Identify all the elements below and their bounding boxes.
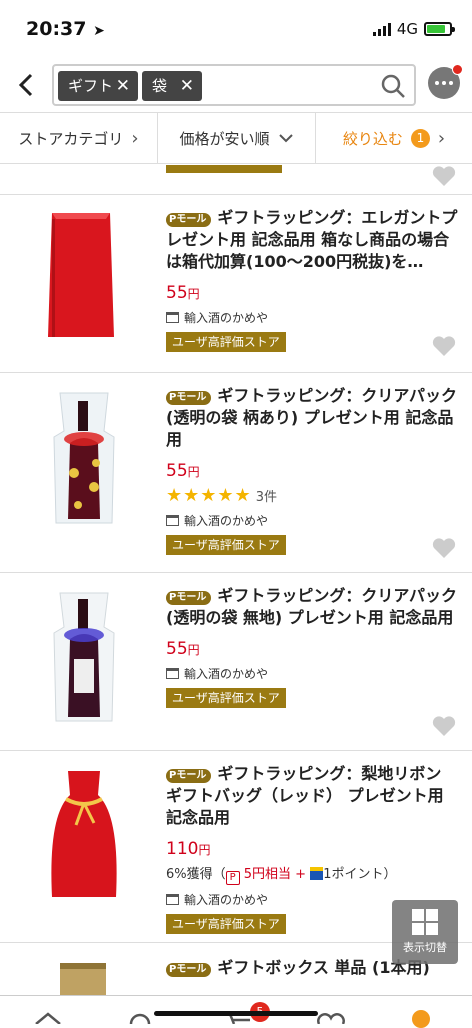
product-list: Pモール ギフトラッピング：エレガントプレゼント用 記念品用 箱なし商品の場合は箱…: [0, 165, 472, 995]
store-rating-badge: ユーザ高評価ストア: [166, 332, 286, 352]
rating-stars: ★★★★★: [166, 485, 252, 506]
search-header: ギフト ✕ 袋 ✕: [0, 60, 472, 110]
shop-name[interactable]: 輸入酒のかめや: [166, 665, 458, 682]
chevron-right-icon: ›: [131, 127, 139, 149]
product-info: Pモール ギフトラッピング：クリアパック (透明の袋 柄あり) プレゼント用 記念…: [166, 385, 458, 555]
account-icon[interactable]: [412, 1010, 430, 1028]
store-icon: [166, 668, 179, 679]
chevron-right-icon: ›: [437, 127, 446, 149]
shop-name[interactable]: 輸入酒のかめや: [166, 512, 458, 529]
heart-icon[interactable]: [432, 537, 456, 559]
network-label: 4G: [396, 20, 418, 38]
pmall-badge: Pモール: [166, 769, 212, 783]
heart-icon[interactable]: [316, 1012, 346, 1024]
search-input[interactable]: ギフト ✕ 袋 ✕: [52, 64, 416, 106]
back-button[interactable]: [12, 68, 42, 102]
product-title[interactable]: Pモール ギフトラッピング：クリアパック (透明の袋 無地) プレゼント用 記念品…: [166, 585, 458, 629]
pmall-badge: Pモール: [166, 213, 212, 227]
pmall-badge: Pモール: [166, 591, 212, 605]
store-icon: [166, 894, 179, 905]
home-icon[interactable]: [34, 1012, 62, 1024]
rating[interactable]: ★★★★★ 3件: [166, 485, 458, 506]
store-rating-badge: ユーザ高評価ストア: [166, 914, 286, 934]
product-info: Pモール ギフトラッピング：エレガントプレゼント用 記念品用 箱なし商品の場合は箱…: [166, 207, 458, 352]
status-bar: 20:37 ➤ 4G: [0, 0, 472, 58]
product-price: 55円: [166, 461, 200, 481]
product-image: [30, 587, 138, 727]
product-title[interactable]: Pモール ギフトラッピング：梨地リボン ギフトバッグ（レッド） プレゼント用 記念…: [166, 763, 458, 829]
product-image: [30, 961, 138, 995]
refine-count-badge: 1: [410, 128, 430, 148]
points-info: 6%獲得（ P 5円相当 + 1ポイント）: [166, 867, 397, 885]
chip-close-icon[interactable]: ✕: [116, 71, 130, 101]
heart-icon[interactable]: [432, 165, 456, 187]
more-icon: [435, 81, 453, 85]
product-title[interactable]: Pモール ギフトラッピング：クリアパック (透明の袋 柄あり) プレゼント用 記念…: [166, 385, 458, 451]
product-price: 55円: [166, 283, 200, 303]
chevron-down-icon: [278, 134, 293, 143]
product-item[interactable]: Pモール ギフトラッピング：クリアパック (透明の袋 柄あり) プレゼント用 記念…: [0, 373, 472, 573]
previous-item-remnant: [0, 165, 472, 195]
shop-name[interactable]: 輸入酒のかめや: [166, 309, 458, 326]
chevron-left-icon: [18, 73, 33, 97]
heart-icon[interactable]: [432, 335, 456, 357]
status-indicators: 4G: [372, 20, 455, 38]
product-title[interactable]: Pモール ギフトラッピング：エレガントプレゼント用 記念品用 箱なし商品の場合は箱…: [166, 207, 458, 273]
sort-dropdown[interactable]: 価格が安い順: [158, 113, 316, 163]
product-info: Pモール ギフトラッピング：クリアパック (透明の袋 無地) プレゼント用 記念品…: [166, 585, 458, 708]
store-rating-badge: ユーザ高評価ストア: [166, 688, 286, 708]
tpoint-icon: [310, 867, 324, 880]
store-icon: [166, 312, 179, 323]
pmall-point-icon: P: [225, 871, 240, 885]
refine-filter[interactable]: 絞り込む 1 ›: [316, 113, 472, 163]
notification-dot: [452, 64, 463, 75]
search-chip[interactable]: 袋 ✕: [142, 71, 202, 101]
grid-icon: [412, 909, 438, 935]
signal-icon: [372, 22, 391, 36]
product-image: [30, 387, 138, 527]
review-count: 3件: [255, 490, 277, 505]
toggle-view-button[interactable]: 表示切替: [392, 900, 458, 964]
store-rating-badge: ユーザ高評価ストア: [166, 535, 286, 555]
product-image: [30, 765, 138, 905]
more-menu-button[interactable]: [428, 64, 463, 99]
home-indicator: [154, 1011, 318, 1016]
store-category-filter[interactable]: ストアカテゴリ ›: [0, 113, 158, 163]
product-price: 110円: [166, 839, 211, 859]
chip-close-icon[interactable]: ✕: [180, 71, 194, 101]
product-image: [30, 209, 138, 345]
search-icon[interactable]: [380, 73, 406, 99]
toggle-view-label: 表示切替: [403, 941, 447, 954]
search-icon[interactable]: [126, 1012, 154, 1024]
pmall-badge: Pモール: [166, 963, 212, 977]
status-time: 20:37 ➤: [26, 18, 105, 40]
product-price: 55円: [166, 639, 200, 659]
product-item[interactable]: Pモール ギフトラッピング：エレガントプレゼント用 記念品用 箱なし商品の場合は箱…: [0, 195, 472, 373]
product-item[interactable]: Pモール ギフトラッピング：クリアパック (透明の袋 無地) プレゼント用 記念品…: [0, 573, 472, 751]
filter-bar: ストアカテゴリ › 価格が安い順 絞り込む 1 ›: [0, 112, 472, 164]
search-chip[interactable]: ギフト ✕: [58, 71, 138, 101]
battery-icon: [424, 22, 455, 36]
store-icon: [166, 515, 179, 526]
pmall-badge: Pモール: [166, 391, 212, 405]
heart-icon[interactable]: [432, 715, 456, 737]
